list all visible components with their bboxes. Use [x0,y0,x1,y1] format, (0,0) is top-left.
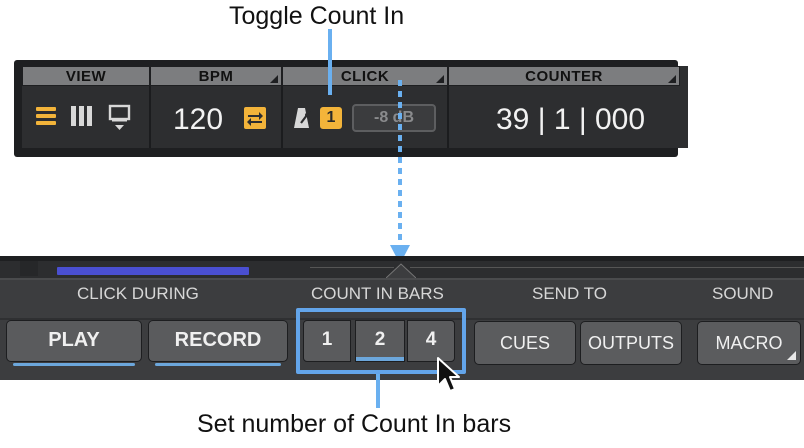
macro-menu-corner-icon [787,351,796,360]
divider [149,86,151,148]
divider [281,86,283,148]
mouse-pointer-icon [437,357,460,392]
divider [20,261,38,276]
sound-label: SOUND [712,284,774,303]
view-header: VIEW [22,66,150,86]
bpm-value[interactable]: 120 [173,103,223,137]
divider [0,278,804,280]
click-during-label: CLICK DURING [77,284,199,303]
click-header-label: CLICK [340,68,390,85]
metronome-icon[interactable] [293,107,313,129]
record-label: RECORD [174,329,262,351]
toggle-count-in-callout: Toggle Count In [229,2,405,30]
divider [447,86,449,148]
click-header[interactable]: CLICK [282,66,448,86]
record-active-indicator [155,363,281,366]
play-label: PLAY [48,329,100,351]
monitor-view-icon[interactable] [108,104,132,132]
columns-view-icon[interactable] [71,106,92,126]
transport-toolbar: VIEW BPM CLICK COUNTER 120 1 -8 dB 39 | … [14,60,688,157]
toolbar-inner: VIEW BPM CLICK COUNTER 120 1 -8 dB 39 | … [22,66,688,148]
panel-header-strip [0,256,804,278]
counter-display: 39 | 1 | 000 [496,103,646,136]
send-to-outputs-button[interactable]: OUTPUTS [580,321,682,365]
set-count-in-bars-callout: Set number of Count In bars [197,410,512,438]
toggle-count-in-pointer-line [328,29,332,95]
cycle-icon[interactable] [244,107,266,129]
play-active-indicator [13,363,135,366]
panel-pointer-notch-icon [386,263,416,278]
counter-header-label: COUNTER [525,68,603,85]
bpm-menu-corner-icon [270,75,278,83]
count-in-bars-pointer-line [376,374,380,408]
send-to-label: SEND TO [532,284,607,303]
bpm-header-label: BPM [198,68,234,85]
click-menu-corner-icon [436,75,444,83]
divider [410,267,804,268]
hamburger-view-icon[interactable] [36,107,56,125]
counter-header[interactable]: COUNTER [448,66,680,86]
click-during-play-button[interactable]: PLAY [6,320,142,366]
count-in-bars-label: COUNT IN BARS [311,284,444,303]
count-in-toggle[interactable]: 1 [320,107,342,129]
dotted-arrow [390,80,410,264]
click-during-record-button[interactable]: RECORD [148,320,288,366]
sound-macro-button[interactable]: MACRO [697,321,801,365]
bpm-header[interactable]: BPM [150,66,282,86]
counter-menu-corner-icon [668,75,676,83]
click-level-bar [57,267,249,275]
send-to-cues-button[interactable]: CUES [474,321,576,365]
macro-label: MACRO [715,333,783,353]
divider [310,267,394,268]
